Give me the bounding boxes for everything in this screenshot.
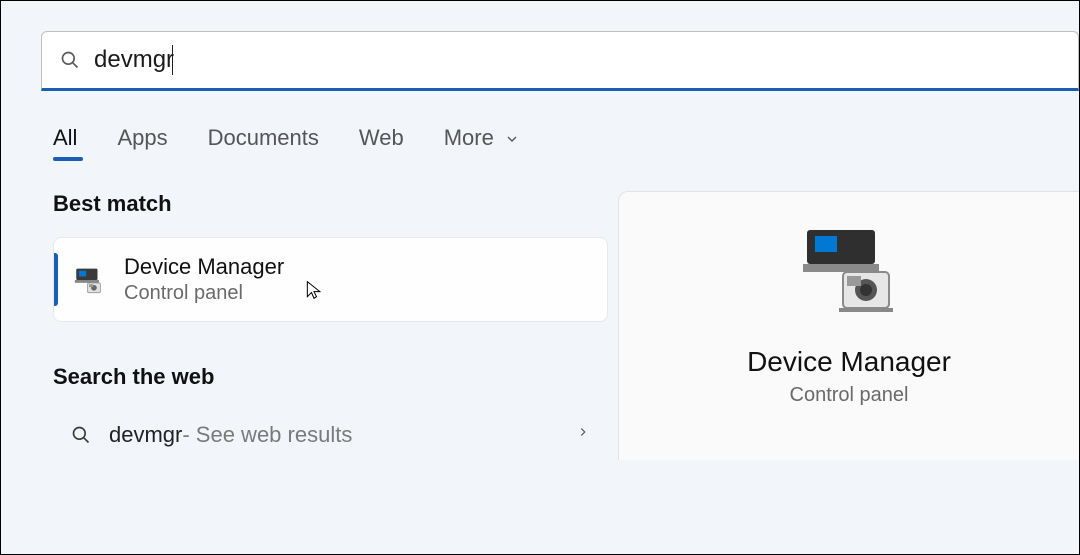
device-manager-icon [72,263,106,297]
preview-panel: Device Manager Control panel [618,191,1079,460]
filter-tabs: All Apps Documents Web More [53,125,1079,151]
search-box[interactable]: devmgr [41,31,1079,91]
tab-documents[interactable]: Documents [208,125,319,151]
text-caret [172,45,173,75]
best-match-header: Best match [53,191,608,217]
search-icon [71,425,91,445]
preview-subtitle: Control panel [790,384,909,407]
search-web-header: Search the web [53,364,608,390]
tab-web[interactable]: Web [359,125,404,151]
search-input-text[interactable]: devmgr [94,46,174,74]
tab-apps[interactable]: Apps [117,125,167,151]
chevron-right-icon [576,422,590,448]
device-manager-icon [789,222,909,322]
search-icon [60,50,80,70]
chevron-down-icon [500,125,520,150]
result-subtitle: Control panel [124,282,284,305]
best-match-result[interactable]: Device Manager Control panel [53,237,608,322]
web-result-row[interactable]: devmgr - See web results [53,410,608,460]
web-result-query: devmgr [109,422,182,448]
result-title: Device Manager [124,254,284,280]
web-result-hint: - See web results [182,422,352,448]
tab-all[interactable]: All [53,125,77,151]
preview-title: Device Manager [747,346,951,378]
tab-more[interactable]: More [444,125,520,151]
mouse-cursor-icon [304,278,324,302]
